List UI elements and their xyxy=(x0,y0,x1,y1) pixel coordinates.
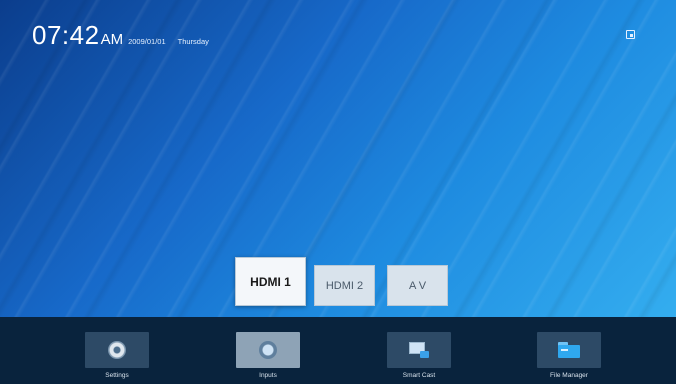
app-file-manager-tile[interactable] xyxy=(537,332,601,368)
clock-date: 2009/01/01 xyxy=(128,37,166,46)
smart-cast-icon xyxy=(409,342,429,358)
input-av-label: A V xyxy=(408,279,427,292)
app-file-manager-label: File Manager xyxy=(550,372,588,379)
input-hdmi1-label: HDMI 1 xyxy=(250,274,291,289)
app-inputs-tile[interactable] xyxy=(236,332,300,368)
app-smart-cast-tile[interactable] xyxy=(387,332,451,368)
input-hdmi2-button[interactable]: HDMI 2 xyxy=(314,265,375,306)
notification-icon[interactable] xyxy=(626,30,635,39)
app-smart-cast-label: Smart Cast xyxy=(402,372,436,379)
clock-ampm: AM xyxy=(100,31,124,48)
app-file-manager[interactable]: File Manager xyxy=(537,332,601,379)
app-inputs[interactable]: Inputs xyxy=(236,332,300,379)
app-inputs-label: Inputs xyxy=(259,372,277,379)
clock-weekday: Thursday xyxy=(177,37,209,46)
clock-time: 07:42 xyxy=(32,20,100,50)
app-settings-tile[interactable] xyxy=(85,332,149,368)
clock: 07:42 AM 2009/01/01 Thursday xyxy=(32,20,209,51)
folder-icon xyxy=(558,342,580,358)
settings-icon xyxy=(108,341,126,359)
input-hdmi2-label: HDMI 2 xyxy=(325,279,364,292)
app-settings[interactable]: Settings xyxy=(85,332,149,379)
app-settings-label: Settings xyxy=(105,372,129,379)
app-smart-cast[interactable]: Smart Cast xyxy=(387,332,451,379)
input-hdmi1-button[interactable]: HDMI 1 xyxy=(235,257,306,306)
inputs-icon xyxy=(259,341,277,359)
input-av-button[interactable]: A V xyxy=(387,265,448,306)
home-screen: 07:42 AM 2009/01/01 Thursday HDMI 1 HDMI… xyxy=(0,0,676,384)
